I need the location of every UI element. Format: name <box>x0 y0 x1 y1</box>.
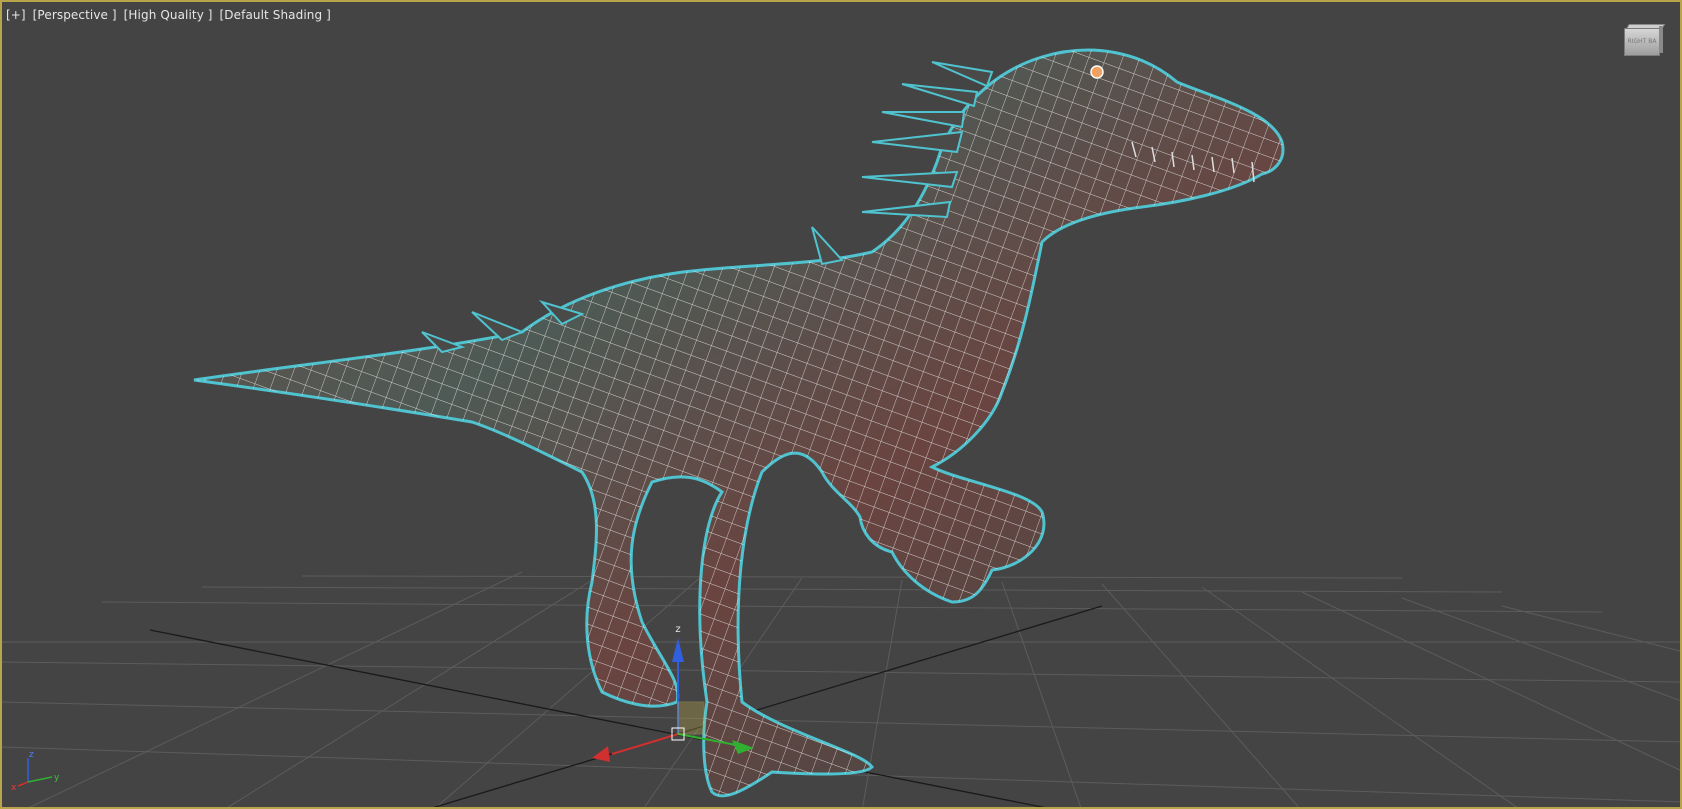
viewport-quality-menu[interactable]: [High Quality ] <box>124 8 213 22</box>
world-y-axis <box>27 776 53 783</box>
viewcube-right-face[interactable]: RIGHT BA <box>1624 28 1660 56</box>
world-x-axis <box>17 781 29 787</box>
raptor-model[interactable] <box>193 48 1285 798</box>
viewcube-back-label: BA <box>1648 38 1657 45</box>
gizmo-x-axis[interactable] <box>611 733 679 755</box>
viewport-label-menu: [+] [Perspective ] [High Quality ] [Defa… <box>6 8 334 22</box>
viewport-shading-menu[interactable]: [Default Shading ] <box>220 8 331 22</box>
viewcube[interactable]: RIGHT BA <box>1624 24 1666 56</box>
world-axis-tripod: z y x <box>11 750 60 793</box>
perspective-viewport[interactable]: z z y x [+] [Perspective ] [High Quality… <box>0 0 1682 809</box>
viewport-pov-menu[interactable]: [Perspective ] <box>33 8 117 22</box>
viewcube-right-label: RIGHT <box>1627 38 1647 45</box>
world-z-label: z <box>29 750 34 760</box>
gizmo-z-label: z <box>675 624 680 635</box>
raptor-wireframe <box>194 50 1283 796</box>
world-y-label: y <box>54 773 60 783</box>
viewport-general-menu[interactable]: [+] <box>6 8 26 22</box>
gizmo-plane-handle[interactable] <box>677 701 705 735</box>
viewcube-side-face[interactable] <box>1659 26 1663 53</box>
world-x-label: x <box>11 783 17 793</box>
raptor-eye <box>1090 65 1104 79</box>
scene-canvas[interactable]: z z y x <box>2 2 1682 809</box>
